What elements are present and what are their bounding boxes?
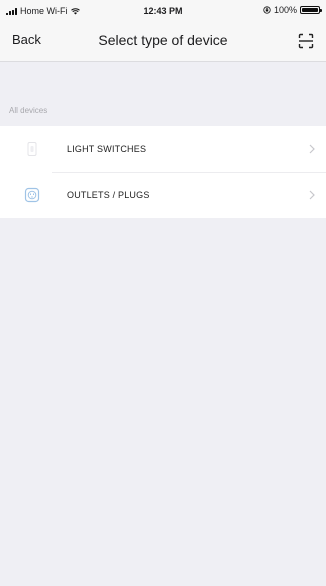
- status-right: 100%: [263, 5, 322, 15]
- outlet-icon: [24, 187, 40, 203]
- status-bar: Home Wi-Fi 12:43 PM 100%: [0, 0, 326, 22]
- navigation-bar: Back Select type of device: [0, 22, 326, 62]
- battery-fill: [302, 8, 318, 12]
- device-row-outlets-plugs[interactable]: OUTLETS / PLUGS: [0, 172, 326, 218]
- scan-icon[interactable]: [298, 33, 314, 49]
- device-label: LIGHT SWITCHES: [67, 144, 147, 154]
- section-label: All devices: [9, 106, 48, 115]
- battery-icon: [300, 6, 322, 14]
- device-list: LIGHT SWITCHES OUTLETS / PLUGS: [0, 126, 326, 218]
- light-switch-icon: [27, 142, 37, 156]
- battery-percent: 100%: [273, 5, 297, 15]
- device-row-light-switches[interactable]: LIGHT SWITCHES: [0, 126, 326, 172]
- chevron-right-icon: [309, 190, 315, 200]
- orientation-lock-icon: [263, 6, 271, 14]
- device-label: OUTLETS / PLUGS: [67, 190, 150, 200]
- chevron-right-icon: [309, 144, 315, 154]
- page-title: Select type of device: [98, 32, 228, 48]
